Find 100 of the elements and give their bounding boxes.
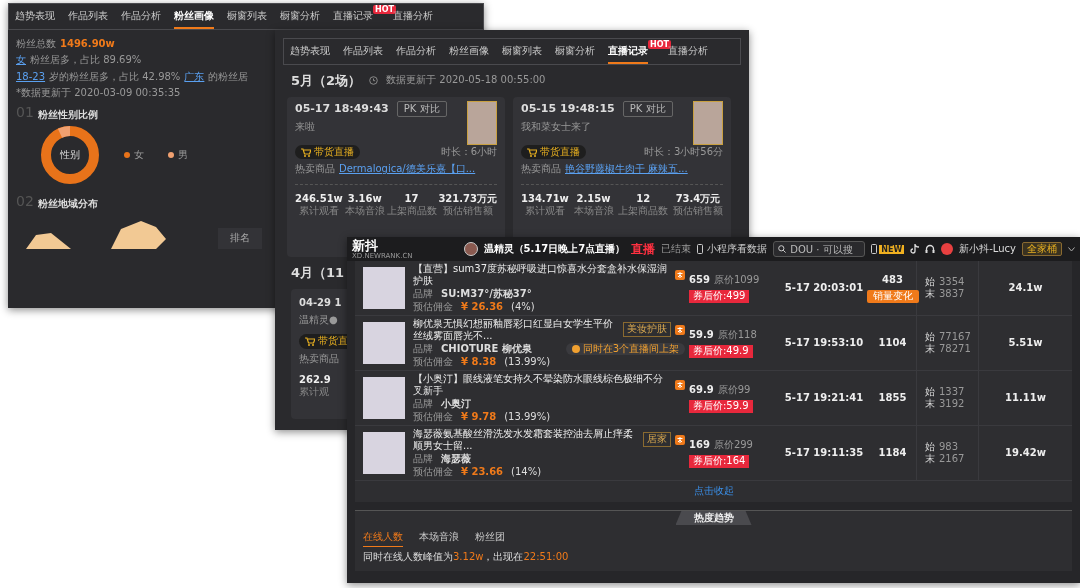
tab[interactable]: 橱窗分析 <box>555 39 595 64</box>
tab[interactable]: 粉丝团 <box>475 529 505 547</box>
tab[interactable]: 本场音浪 <box>419 529 459 547</box>
avatar <box>463 242 478 256</box>
commission-value: ¥ 8.38 <box>461 356 497 369</box>
count-value: 3192 <box>939 398 965 411</box>
listing-time: 5-17 19:11:35 <box>783 446 865 460</box>
sales-count: 1855 <box>878 391 907 405</box>
brand-label: 品牌 <box>413 397 433 410</box>
stat-value: 73.4万元 <box>674 192 722 205</box>
volume: 11.11w <box>1004 391 1047 405</box>
commission-rate: (13.99%) <box>504 356 551 369</box>
tab[interactable]: 直播记录 <box>333 4 373 29</box>
session-title: 我和菜女士来了 <box>521 121 592 134</box>
highlight-value: 女 <box>16 54 26 67</box>
plan-button[interactable]: 全家桶 <box>1022 241 1062 257</box>
product-link[interactable]: 艳谷野藤椒牛肉干 麻辣五... <box>565 163 688 176</box>
tag-label: 带货直 <box>318 335 348 348</box>
mini-program-link[interactable]: 小程序看数据 <box>707 242 768 256</box>
product-title: 海瑟薇氨基酸丝滑洗发水发霜套装控油去屑止痒柔顺男女士留... <box>413 427 634 452</box>
tab[interactable]: 粉丝画像 <box>174 4 214 29</box>
commission-label: 预估佣金 <box>413 411 453 424</box>
tab[interactable]: 作品分析 <box>121 4 161 29</box>
tab[interactable]: 粉丝画像 <box>449 39 489 64</box>
tab[interactable]: 橱窗分析 <box>280 4 320 29</box>
shop-icon <box>675 269 685 280</box>
listing-time: 5-17 20:03:01 <box>783 281 865 295</box>
price: 169 <box>689 438 710 451</box>
stat-value: 17 <box>403 192 420 205</box>
count-value: 1337 <box>939 385 965 398</box>
brand-name: SU:M37°/苏秘37° <box>441 287 532 300</box>
tab[interactable]: 橱窗列表 <box>227 4 267 29</box>
chart-label: 性别 <box>60 148 80 162</box>
brand-name: 海瑟薇 <box>441 452 471 465</box>
product-title: 柳优泉无惧幻想丽釉唇彩口红显白女学生平价丝绒雾面唇光不... <box>413 317 614 342</box>
brand-label: 品牌 <box>413 287 433 300</box>
product-link[interactable]: Dermalogica/德美乐嘉【口... <box>339 163 476 176</box>
phone-icon[interactable] <box>871 244 878 254</box>
brand-label: 品牌 <box>413 342 433 355</box>
commission-rate: (4%) <box>511 301 535 314</box>
session-time: 05-17 18:49:43 <box>295 102 389 116</box>
headset-icon[interactable] <box>925 244 936 254</box>
photo-placeholder <box>693 100 723 145</box>
tab[interactable]: 橱窗列表 <box>502 39 542 64</box>
update-time: *数据更新于 2020-03-09 00:35:35 <box>16 87 182 100</box>
section-title: 热度趋势 <box>675 510 752 525</box>
count-label: 末 <box>925 288 935 301</box>
original-price: 原价1099 <box>713 273 760 286</box>
tab[interactable]: 趋势表现 <box>290 39 330 64</box>
tag-label: 带货直播 <box>540 145 580 159</box>
count-value: 78271 <box>939 343 971 356</box>
tab[interactable]: 趋势表现 <box>15 4 55 29</box>
music-note-icon[interactable] <box>910 244 920 254</box>
tab[interactable]: 作品列表 <box>343 39 383 64</box>
caret-icon[interactable] <box>1068 246 1075 252</box>
compare-button[interactable]: PK 对比 <box>622 100 673 118</box>
search-field[interactable]: DOU · 可以搜 <box>773 241 866 257</box>
duration: 时长：6小时 <box>440 145 497 159</box>
category-tag: 居家 <box>643 432 671 447</box>
legend-label: 女 <box>134 148 144 162</box>
price: 69.9 <box>689 383 714 396</box>
cart-icon <box>305 336 315 346</box>
stat-value: 12 <box>635 192 652 205</box>
tab[interactable]: 在线人数 <box>363 529 403 547</box>
logo: 新抖 <box>352 238 378 252</box>
stat-value: 2.15w <box>575 192 612 205</box>
tab[interactable]: 作品分析 <box>396 39 436 64</box>
original-price: 原价99 <box>717 383 751 396</box>
category-tag: 美妆护肤 <box>623 322 671 337</box>
session-title: 来啦 <box>295 121 316 134</box>
volume: 19.42w <box>1004 446 1047 460</box>
product-photo-placeholder <box>363 267 405 309</box>
stat-value: 262.9 <box>299 373 331 385</box>
cart-icon <box>527 147 537 157</box>
session-time: 04-29 1 <box>299 297 342 308</box>
shop-icon <box>675 379 685 390</box>
sales-count: 1104 <box>878 336 907 350</box>
stat-label: 预估销售额 <box>673 205 723 218</box>
collapse-link[interactable]: 点击收起 <box>693 485 734 496</box>
count-label: 末 <box>925 398 935 411</box>
stat-value: 246.51w <box>295 192 343 205</box>
original-price: 原价118 <box>717 328 757 341</box>
cart-icon <box>301 147 311 157</box>
tab[interactable]: 作品列表 <box>68 4 108 29</box>
tab[interactable]: 直播分析 <box>668 39 708 64</box>
hot-label: 热卖商品 <box>521 163 561 176</box>
session-time: 05-15 19:48:15 <box>521 102 615 116</box>
coupon-price: 券后价:164 <box>689 455 750 468</box>
live-label: 直播 <box>631 241 656 257</box>
product-photo-placeholder <box>363 432 405 474</box>
sales-count: 1184 <box>878 446 907 460</box>
hot-badge: HOT <box>373 5 396 14</box>
new-badge: NEW <box>879 244 905 254</box>
stat-label: 累计观看 <box>297 205 340 218</box>
tab[interactable]: 直播分析 <box>393 4 433 29</box>
commission-label: 预估佣金 <box>413 356 453 369</box>
total-value: 1496.90w <box>60 37 115 50</box>
month-heading: 5月（2场） <box>291 72 362 89</box>
hot-badge: HOT <box>648 40 671 49</box>
compare-button[interactable]: PK 对比 <box>396 100 447 118</box>
